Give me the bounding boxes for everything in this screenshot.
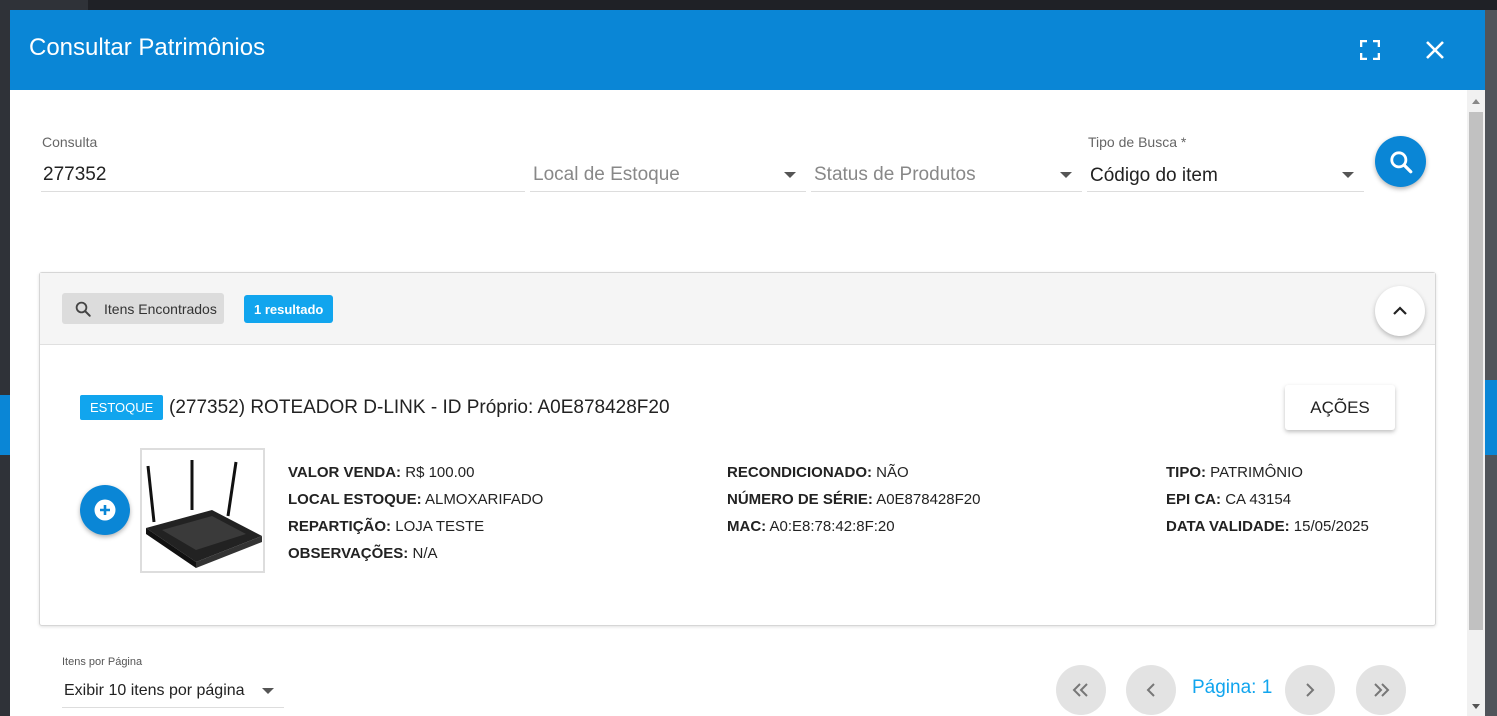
search-icon [1389,150,1412,173]
double-chevron-right-icon [1374,683,1390,697]
mac-row: MAC: A0:E8:78:42:8F:20 [727,518,895,535]
background-sidebar-active [0,395,10,455]
tipo-row: TIPO: PATRIMÔNIO [1166,464,1303,481]
local-estoque-select[interactable]: Local de Estoque [530,152,806,192]
first-page-button[interactable] [1056,665,1106,715]
search-button[interactable] [1375,136,1426,187]
chevron-down-icon [262,688,274,694]
close-icon [1426,41,1444,59]
fullscreen-button[interactable] [1356,36,1384,64]
results-panel: Itens Encontrados 1 resultado ESTOQUE (2… [39,272,1436,626]
observacoes-row: OBSERVAÇÕES: N/A [288,545,438,562]
data-validade-row: DATA VALIDADE: 15/05/2025 [1166,518,1369,535]
double-chevron-left-icon [1072,683,1088,697]
local-estoque-row: LOCAL ESTOQUE: ALMOXARIFADO [288,491,544,508]
next-page-button[interactable] [1285,665,1335,715]
scroll-up-arrow-icon[interactable] [1467,92,1485,110]
info-column-2: RECONDICIONADO: NÃO NÚMERO DE SÉRIE: A0E… [727,459,980,540]
background-app-topbar [88,0,1497,10]
fullscreen-icon [1360,40,1380,60]
recondicionado-row: RECONDICIONADO: NÃO [727,464,909,481]
modal-title: Consultar Patrimônios [29,34,266,61]
numero-serie-row: NÚMERO DE SÉRIE: A0E878428F20 [727,491,981,508]
close-button[interactable] [1421,36,1449,64]
background-right-edge [1485,10,1497,716]
tipo-busca-value: Código do item [1090,165,1218,186]
reparticao-row: REPARTIÇÃO: LOJA TESTE [288,518,485,535]
chevron-down-icon [1342,172,1354,178]
results-header: Itens Encontrados 1 resultado [40,273,1435,345]
status-produtos-placeholder: Status de Produtos [814,164,976,185]
chevron-down-icon [1060,172,1072,178]
itens-encontrados-chip: Itens Encontrados [62,293,224,324]
info-column-1: VALOR VENDA: R$ 100.00 LOCAL ESTOQUE: AL… [288,459,543,567]
item-title: (277352) ROTEADOR D-LINK - ID Próprio: A… [169,397,670,418]
tipo-busca-select[interactable]: Código do item [1087,152,1364,192]
scrollbar-thumb[interactable] [1469,112,1483,630]
background-sidebar-lower [0,455,10,716]
consulta-value: 277352 [43,164,107,185]
valor-venda-row: VALOR VENDA: R$ 100.00 [288,464,475,481]
result-count-badge: 1 resultado [244,295,334,323]
consultar-patrimonios-modal: Consultar Patrimônios Consulta 277352 Lo… [10,10,1485,716]
chevron-up-icon [1393,306,1407,315]
collapse-button[interactable] [1375,286,1425,336]
acoes-button[interactable]: AÇÕES [1285,385,1395,430]
status-produtos-select[interactable]: Status de Produtos [811,152,1082,192]
modal-scrollbar[interactable] [1467,90,1485,716]
epi-ca-row: EPI CA: CA 43154 [1166,491,1292,508]
items-per-page-label: Itens por Página [62,656,143,668]
modal-header: Consultar Patrimônios [10,10,1485,90]
search-icon [75,301,91,317]
items-per-page-value: Exibir 10 itens por página [64,682,245,699]
status-badge: ESTOQUE [80,395,164,420]
product-image [140,448,265,573]
router-image [146,460,262,568]
itens-encontrados-label: Itens Encontrados [104,300,217,317]
consulta-input[interactable]: 277352 [41,152,525,192]
info-column-3: TIPO: PATRIMÔNIO EPI CA: CA 43154 DATA V… [1166,459,1369,540]
consulta-label: Consulta [42,134,98,150]
scroll-down-arrow-icon[interactable] [1467,698,1485,716]
chevron-right-icon [1306,683,1315,697]
background-right-accent [1485,380,1497,455]
last-page-button[interactable] [1356,665,1406,715]
items-per-page-select[interactable]: Exibir 10 itens por página [62,672,284,708]
chevron-down-icon [784,172,796,178]
tipo-busca-label: Tipo de Busca * [1088,134,1187,150]
plus-circle-icon [94,499,116,521]
chevron-left-icon [1146,683,1155,697]
add-item-button[interactable] [80,485,130,535]
page-indicator: Página: 1 [1192,677,1273,698]
local-estoque-placeholder: Local de Estoque [533,164,680,185]
previous-page-button[interactable] [1126,665,1176,715]
